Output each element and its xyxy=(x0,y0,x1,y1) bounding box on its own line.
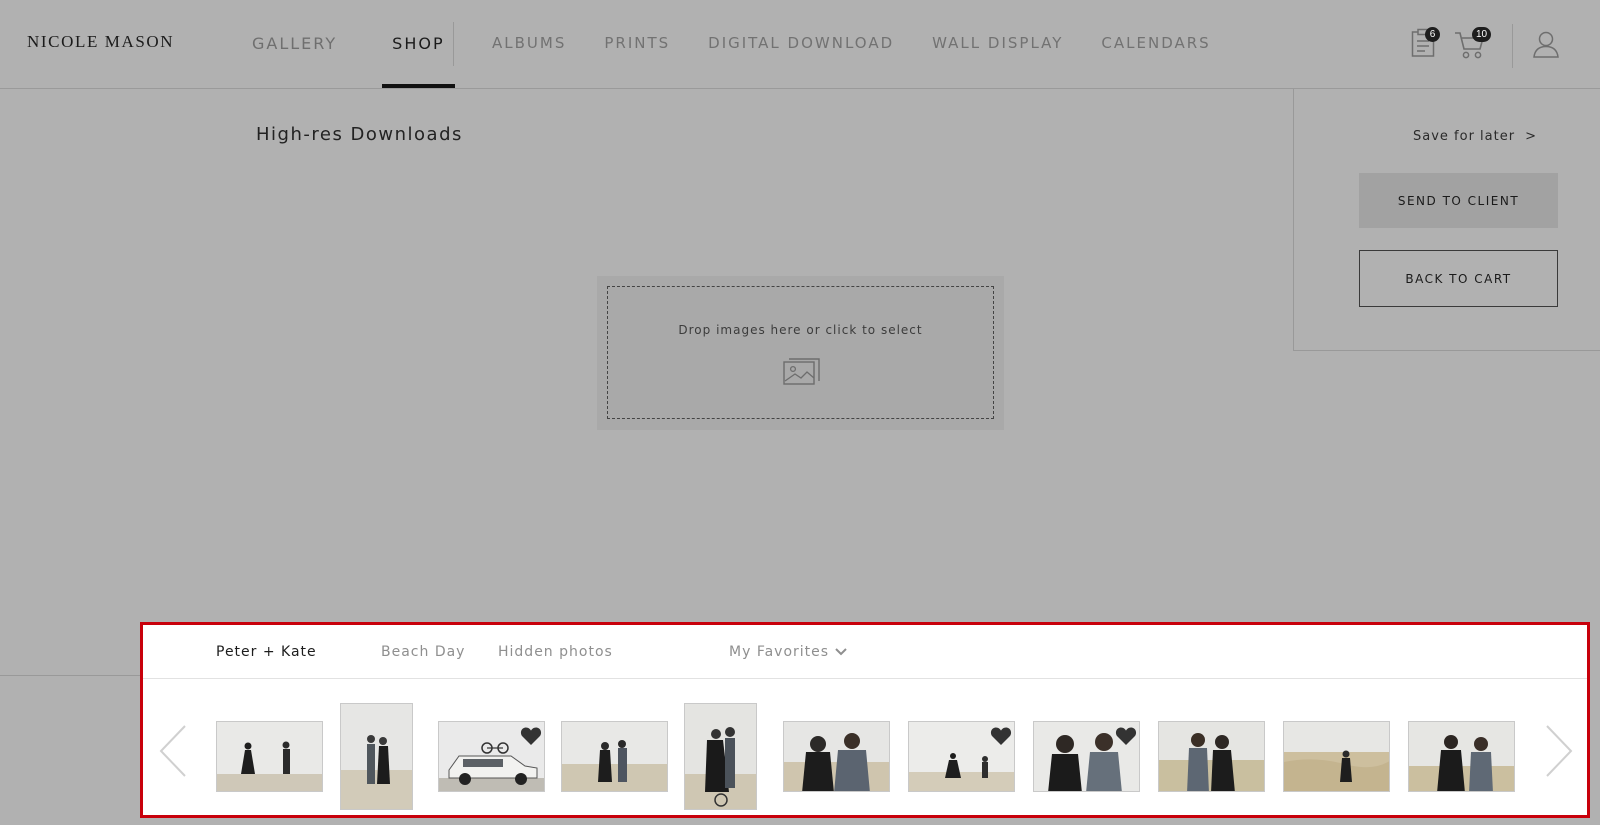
image-icon xyxy=(783,357,821,392)
main-nav: GALLERY SHOP xyxy=(252,34,500,88)
favorite-heart-icon[interactable] xyxy=(520,726,542,746)
cart-icon[interactable]: 10 xyxy=(1454,27,1492,65)
photo-thumbnail[interactable] xyxy=(216,721,323,792)
tab-beach-day[interactable]: Beach Day xyxy=(381,644,465,660)
clipboard-icon[interactable]: 6 xyxy=(1411,27,1440,63)
photo-thumbnail[interactable] xyxy=(908,721,1015,792)
chevron-right-icon[interactable] xyxy=(1545,725,1573,782)
brand-logo[interactable]: NICOLE MASON xyxy=(27,32,174,52)
cart-count-badge: 10 xyxy=(1472,27,1492,42)
photo-thumbnail[interactable] xyxy=(438,721,545,792)
nav-albums[interactable]: ALBUMS xyxy=(492,34,566,52)
send-to-client-button[interactable]: SEND TO CLIENT xyxy=(1359,173,1558,228)
photo-thumbnail[interactable] xyxy=(1283,721,1390,792)
user-icon[interactable] xyxy=(1532,30,1560,63)
save-for-later-link[interactable]: Save for later > xyxy=(1413,129,1537,144)
save-for-later-chevron: > xyxy=(1525,129,1537,144)
drop-zone-text: Drop images here or click to select xyxy=(678,323,923,337)
footer-divider xyxy=(0,675,140,676)
photo-thumbnail[interactable] xyxy=(1158,721,1265,792)
favorite-heart-icon[interactable] xyxy=(990,726,1012,746)
nav-digital-download[interactable]: DIGITAL DOWNLOAD xyxy=(708,34,894,52)
shop-sub-nav: ALBUMS PRINTS DIGITAL DOWNLOAD WALL DISP… xyxy=(492,34,1249,52)
back-to-cart-button[interactable]: BACK TO CART xyxy=(1359,250,1558,307)
chevron-left-icon[interactable] xyxy=(159,725,187,782)
drop-zone-wrapper: Drop images here or click to select xyxy=(597,276,1004,430)
page-title: High-res Downloads xyxy=(256,124,463,145)
photo-thumbnail[interactable] xyxy=(783,721,890,792)
favorite-heart-icon[interactable] xyxy=(1115,726,1137,746)
save-for-later-label: Save for later xyxy=(1413,129,1516,144)
top-header: NICOLE MASON GALLERY SHOP ALBUMS PRINTS … xyxy=(0,0,1600,89)
checkout-side-panel: Save for later > SEND TO CLIENT BACK TO C… xyxy=(1293,89,1600,351)
nav-wall-display[interactable]: WALL DISPLAY xyxy=(932,34,1063,52)
chevron-down-icon xyxy=(835,648,847,656)
nav-shop[interactable]: SHOP xyxy=(382,34,456,88)
photo-strip-panel: Peter + Kate Beach Day Hidden photos My … xyxy=(140,622,1590,818)
tab-hidden-photos[interactable]: Hidden photos xyxy=(498,644,613,660)
favorites-dropdown[interactable]: My Favorites xyxy=(729,644,847,660)
nav-calendars[interactable]: CALENDARS xyxy=(1101,34,1210,52)
photo-thumbnail[interactable] xyxy=(340,703,413,810)
nav-prints[interactable]: PRINTS xyxy=(604,34,670,52)
strip-tabs: Peter + Kate Beach Day Hidden photos My … xyxy=(143,625,1587,679)
photo-thumbnail[interactable] xyxy=(561,721,668,792)
nav-gallery[interactable]: GALLERY xyxy=(252,34,337,53)
photo-thumbnail[interactable] xyxy=(1033,721,1140,792)
photo-thumbnail[interactable] xyxy=(684,703,757,810)
favorites-label: My Favorites xyxy=(729,644,830,660)
header-divider xyxy=(1512,24,1513,68)
drop-zone[interactable]: Drop images here or click to select xyxy=(607,286,994,419)
tab-peter-kate[interactable]: Peter + Kate xyxy=(216,644,317,660)
orders-count-badge: 6 xyxy=(1425,27,1440,42)
nav-divider xyxy=(453,22,454,66)
photo-thumbnail[interactable] xyxy=(1408,721,1515,792)
